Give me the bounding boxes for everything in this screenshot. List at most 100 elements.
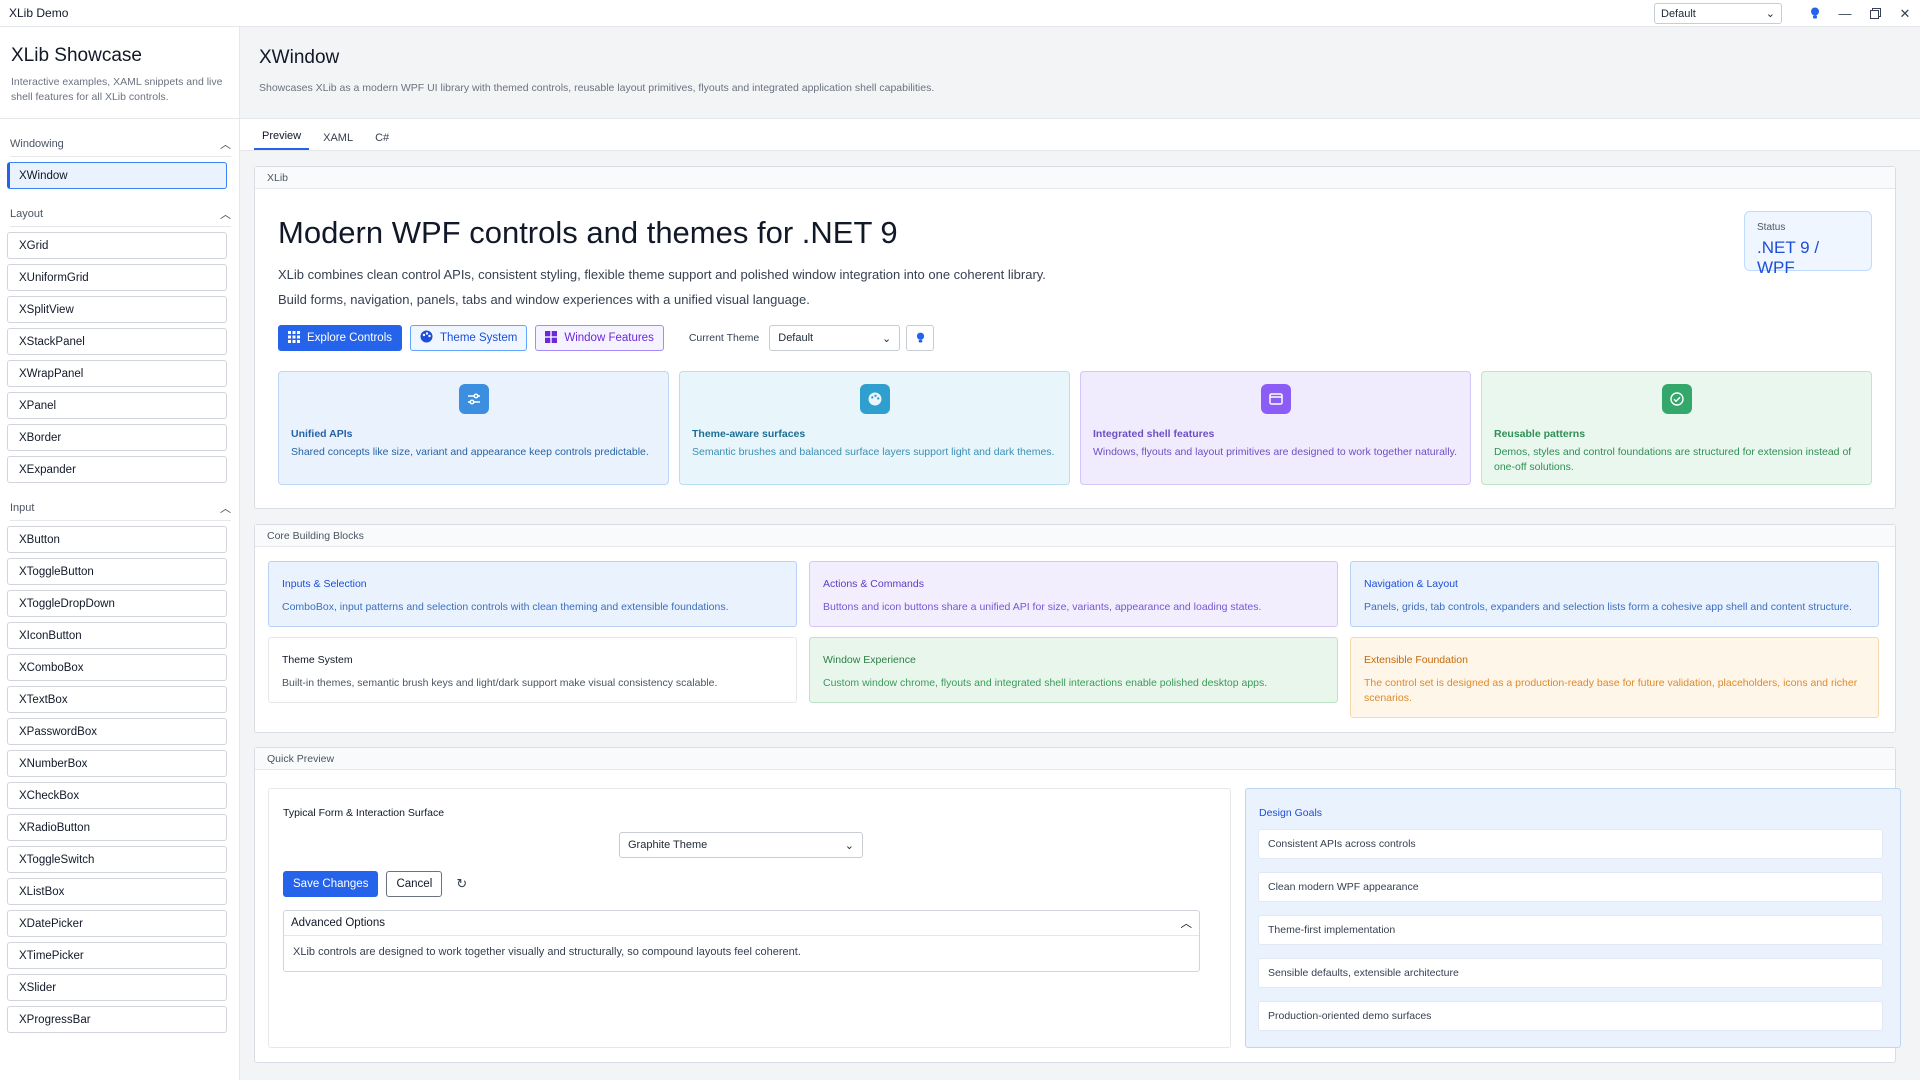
group-layout[interactable]: Layout ︿ xyxy=(10,201,231,227)
block-description: The control set is designed as a product… xyxy=(1364,677,1858,704)
sidebar-item-xpanel[interactable]: XPanel xyxy=(7,392,227,419)
chevron-up-icon: ︿ xyxy=(1180,918,1193,930)
form-card: Typical Form & Interaction Surface Graph… xyxy=(268,788,1231,1048)
sidebar-item-xtextbox[interactable]: XTextBox xyxy=(7,686,227,713)
sidebar-title: XLib Showcase xyxy=(11,45,142,66)
block-inputs-selection: Inputs & Selection ComboBox, input patte… xyxy=(268,561,797,627)
chevron-up-icon: ︿ xyxy=(220,502,231,515)
cancel-button[interactable]: Cancel xyxy=(386,871,443,897)
lightbulb-button[interactable] xyxy=(906,325,935,351)
feature-description: Semantic brushes and balanced surface la… xyxy=(692,446,1055,458)
form-title: Typical Form & Interaction Surface xyxy=(283,807,445,819)
sidebar-item-xslider[interactable]: XSlider xyxy=(7,974,227,1001)
current-theme-value: Default xyxy=(778,332,814,344)
tab-xaml[interactable]: XAML xyxy=(315,132,361,150)
sidebar-item-xsplitview[interactable]: XSplitView xyxy=(7,296,227,323)
list-item: Clean modern WPF appearance xyxy=(1258,872,1883,902)
theme-dropdown[interactable]: Default ⌄ xyxy=(1654,3,1782,24)
tab-csharp[interactable]: C# xyxy=(367,132,397,150)
block-description: Custom window chrome, flyouts and integr… xyxy=(823,677,1268,689)
group-label: Input xyxy=(10,501,35,514)
chevron-up-icon: ︿ xyxy=(220,138,231,151)
current-theme-select[interactable]: Default ⌄ xyxy=(769,325,901,351)
block-actions-commands: Actions & Commands Buttons and icon butt… xyxy=(809,561,1338,627)
sidebar-item-xtimepicker[interactable]: XTimePicker xyxy=(7,942,227,969)
block-description: Built-in themes, semantic brush keys and… xyxy=(282,677,718,689)
sidebar-item-xiconbutton[interactable]: XIconButton xyxy=(7,622,227,649)
app-title: XLib Demo xyxy=(9,6,69,20)
feature-card-theme-aware: Theme-aware surfaces Semantic brushes an… xyxy=(679,371,1070,485)
expander-header[interactable]: Advanced Options ︿ xyxy=(284,911,1199,936)
feature-title: Reusable patterns xyxy=(1494,428,1586,440)
sidebar-item-xnumberbox[interactable]: XNumberBox xyxy=(7,750,227,777)
window-icon xyxy=(1260,384,1291,414)
close-icon[interactable]: ✕ xyxy=(1890,0,1920,27)
group-label: Windowing xyxy=(10,137,64,150)
feature-title: Integrated shell features xyxy=(1093,428,1215,440)
refresh-icon[interactable]: ↻ xyxy=(450,871,473,897)
block-extensible-foundation: Extensible Foundation The control set is… xyxy=(1350,637,1879,718)
theme-dropdown-value: Default xyxy=(1661,7,1696,20)
advanced-options-expander: Advanced Options ︿ XLib controls are des… xyxy=(283,910,1200,972)
sidebar-item-xtogglebutton[interactable]: XToggleButton xyxy=(7,558,227,585)
sidebar: XLib Showcase Interactive examples, XAML… xyxy=(0,27,240,1080)
sidebar-item-xbutton[interactable]: XButton xyxy=(7,526,227,553)
sidebar-item-xtoggledropdown[interactable]: XToggleDropDown xyxy=(7,590,227,617)
sidebar-item-xprogressbar[interactable]: XProgressBar xyxy=(7,1006,227,1033)
sidebar-item-xtoggleswitch[interactable]: XToggleSwitch xyxy=(7,846,227,873)
sidebar-item-xradiobutton[interactable]: XRadioButton xyxy=(7,814,227,841)
sidebar-item-xgrid[interactable]: XGrid xyxy=(7,232,227,259)
sidebar-item-xstackpanel[interactable]: XStackPanel xyxy=(7,328,227,355)
graphite-theme-select[interactable]: Graphite Theme ⌄ xyxy=(619,832,863,858)
lightbulb-icon[interactable] xyxy=(1800,0,1830,27)
feature-description: Shared concepts like size, variant and a… xyxy=(291,446,649,458)
sidebar-item-xlistbox[interactable]: XListBox xyxy=(7,878,227,905)
feature-card-unified-apis: Unified APIs Shared concepts like size, … xyxy=(278,371,669,485)
hero-description: XLib combines clean control APIs, consis… xyxy=(278,267,1046,282)
palette-icon xyxy=(859,384,890,414)
sidebar-item-xborder[interactable]: XBorder xyxy=(7,424,227,451)
tab-strip: Preview XAML C# xyxy=(240,119,1920,151)
hero-subdescription: Build forms, navigation, panels, tabs an… xyxy=(278,292,810,307)
status-badge: Status .NET 9 / WPF xyxy=(1744,211,1872,277)
sidebar-item-xpasswordbox[interactable]: XPasswordBox xyxy=(7,718,227,745)
block-description: Buttons and icon buttons share a unified… xyxy=(823,601,1262,613)
tab-preview[interactable]: Preview xyxy=(254,130,310,150)
block-window-experience: Window Experience Custom window chrome, … xyxy=(809,637,1338,703)
window-features-button[interactable]: Window Features xyxy=(535,325,664,351)
core-building-blocks-section: Core Building Blocks Inputs & Selection … xyxy=(254,524,1896,733)
sidebar-item-xcombobox[interactable]: XComboBox xyxy=(7,654,227,681)
palette-icon xyxy=(420,330,433,346)
page-header: XWindow Showcases XLib as a modern WPF U… xyxy=(240,27,1920,119)
section-title: Core Building Blocks xyxy=(255,525,1895,547)
list-item: Consistent APIs across controls xyxy=(1258,829,1883,859)
sidebar-item-xcheckbox[interactable]: XCheckBox xyxy=(7,782,227,809)
goals-title: Design Goals xyxy=(1259,807,1323,819)
block-title: Inputs & Selection xyxy=(282,578,367,590)
restore-icon[interactable] xyxy=(1860,0,1890,27)
status-label: Status xyxy=(1757,222,1786,233)
current-theme-label: Current Theme xyxy=(688,332,760,344)
chevron-down-icon: ⌄ xyxy=(844,839,854,852)
title-bar: XLib Demo Default ⌄ — ✕ xyxy=(0,0,1920,27)
sidebar-item-xdatepicker[interactable]: XDatePicker xyxy=(7,910,227,937)
minimize-icon[interactable]: — xyxy=(1830,0,1860,27)
sidebar-item-xuniformgrid[interactable]: XUniformGrid xyxy=(7,264,227,291)
theme-system-button[interactable]: Theme System xyxy=(410,325,528,351)
sidebar-item-xexpander[interactable]: XExpander xyxy=(7,456,227,483)
page-title: XWindow xyxy=(259,47,340,68)
save-changes-button[interactable]: Save Changes xyxy=(283,871,379,897)
block-navigation-layout: Navigation & Layout Panels, grids, tab c… xyxy=(1350,561,1879,627)
sidebar-item-xwrappanel[interactable]: XWrapPanel xyxy=(7,360,227,387)
section-title: Quick Preview xyxy=(255,748,1895,770)
sidebar-item-xwindow[interactable]: XWindow xyxy=(7,162,227,189)
group-windowing[interactable]: Windowing ︿ xyxy=(10,131,231,157)
button-label: Theme System xyxy=(440,332,518,344)
group-input[interactable]: Input ︿ xyxy=(10,495,231,521)
explore-controls-button[interactable]: Explore Controls xyxy=(278,325,403,351)
windows-icon xyxy=(545,330,558,346)
main-content: XWindow Showcases XLib as a modern WPF U… xyxy=(240,27,1920,1080)
block-title: Theme System xyxy=(282,654,353,666)
list-item: Production-oriented demo surfaces xyxy=(1258,1001,1883,1031)
quick-preview-section: Quick Preview Typical Form & Interaction… xyxy=(254,747,1901,1063)
